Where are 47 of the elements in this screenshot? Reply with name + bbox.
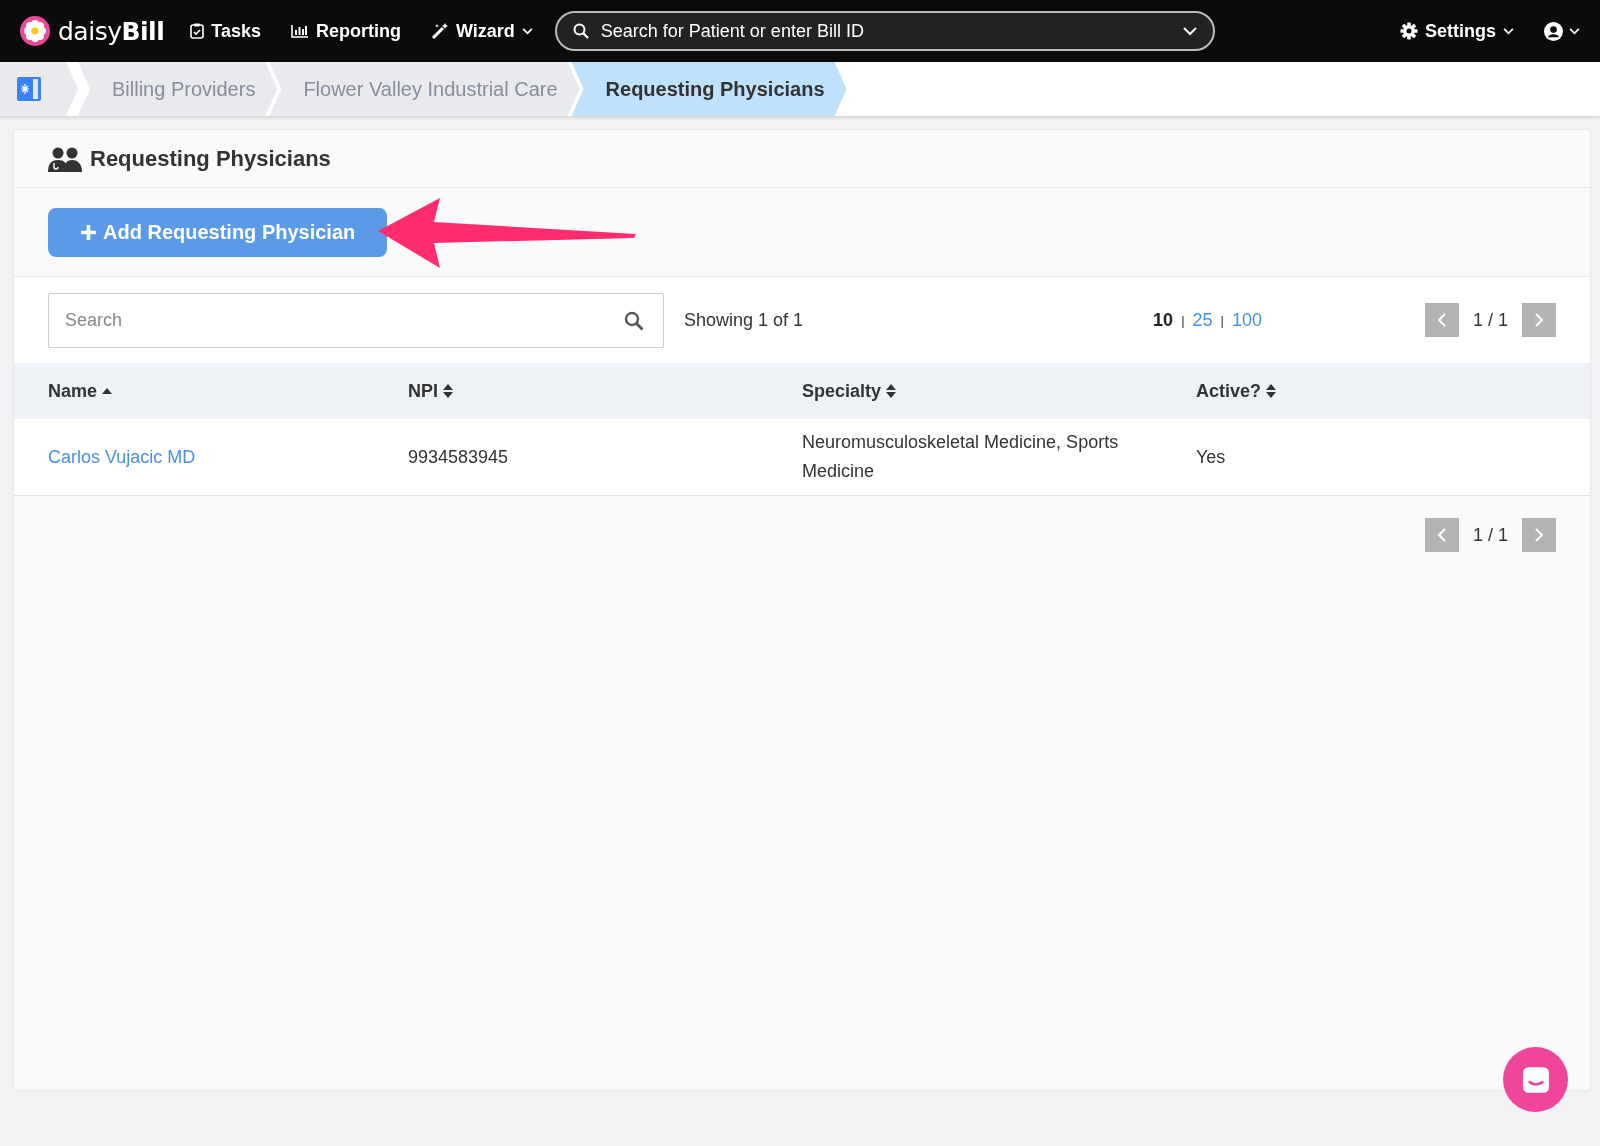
chat-icon [1520, 1064, 1551, 1095]
app-logo-text: daisyBill [58, 16, 165, 46]
column-header[interactable]: NPI [408, 380, 438, 402]
results-count: Showing 1 of 1 [684, 309, 804, 331]
separator-text: | [1181, 312, 1185, 328]
chevron-down-icon [1569, 27, 1580, 35]
user-avatar-icon [1544, 21, 1563, 41]
settings-icon [1400, 22, 1418, 40]
table-cell-text: Neuromusculoskeletal Medicine, Sports Medicine [802, 431, 1120, 483]
flower-logo-icon [20, 16, 50, 46]
panel-title: Requesting Physicians [90, 145, 331, 172]
settings-menu[interactable]: Settings [1400, 20, 1514, 42]
chevron-left-icon [1437, 528, 1446, 542]
chevron-left-icon [1437, 313, 1446, 327]
page-indicator: 1 / 1 [1472, 309, 1508, 331]
chevron-right-icon [1535, 313, 1543, 327]
doctors-icon [48, 145, 82, 172]
magic-wand-icon [430, 22, 449, 40]
previous-page-button[interactable] [1424, 303, 1459, 337]
home-breadcrumb[interactable] [0, 62, 78, 116]
search-icon [624, 310, 644, 331]
breadcrumb-item[interactable]: Requesting Physicians [571, 62, 847, 116]
bar-chart-icon [290, 24, 309, 38]
id-card-icon [16, 76, 42, 102]
global-search-field[interactable]: Search for Patient or enter Bill ID [554, 11, 1215, 51]
page-indicator: 1 / 1 [1472, 524, 1508, 546]
column-header[interactable]: Specialty [802, 380, 882, 402]
user-menu[interactable] [1544, 21, 1580, 41]
search-field[interactable]: Search [48, 292, 664, 348]
table-cell-text: Yes [1196, 445, 1226, 469]
table-cell-text: 9934583945 [408, 445, 509, 469]
plus-icon [80, 223, 97, 241]
chevron-right-icon [1535, 528, 1543, 542]
next-page-button[interactable] [1522, 518, 1556, 552]
previous-page-button[interactable] [1424, 518, 1459, 552]
column-header[interactable]: Name [48, 380, 98, 402]
next-page-button[interactable] [1522, 303, 1556, 337]
page-size-option[interactable]: 10 [1153, 309, 1174, 331]
nav-link[interactable]: Reporting [290, 20, 401, 42]
column-header[interactable]: Active? [1196, 380, 1262, 402]
nav-link[interactable]: Wizard [430, 20, 533, 42]
nav-link[interactable]: Tasks [190, 20, 261, 42]
chevron-down-icon [1182, 27, 1197, 36]
chevron-down-icon [1503, 27, 1514, 35]
search-icon [572, 23, 589, 39]
clipboard-check-icon [190, 23, 205, 39]
separator-text: | [1220, 312, 1224, 328]
